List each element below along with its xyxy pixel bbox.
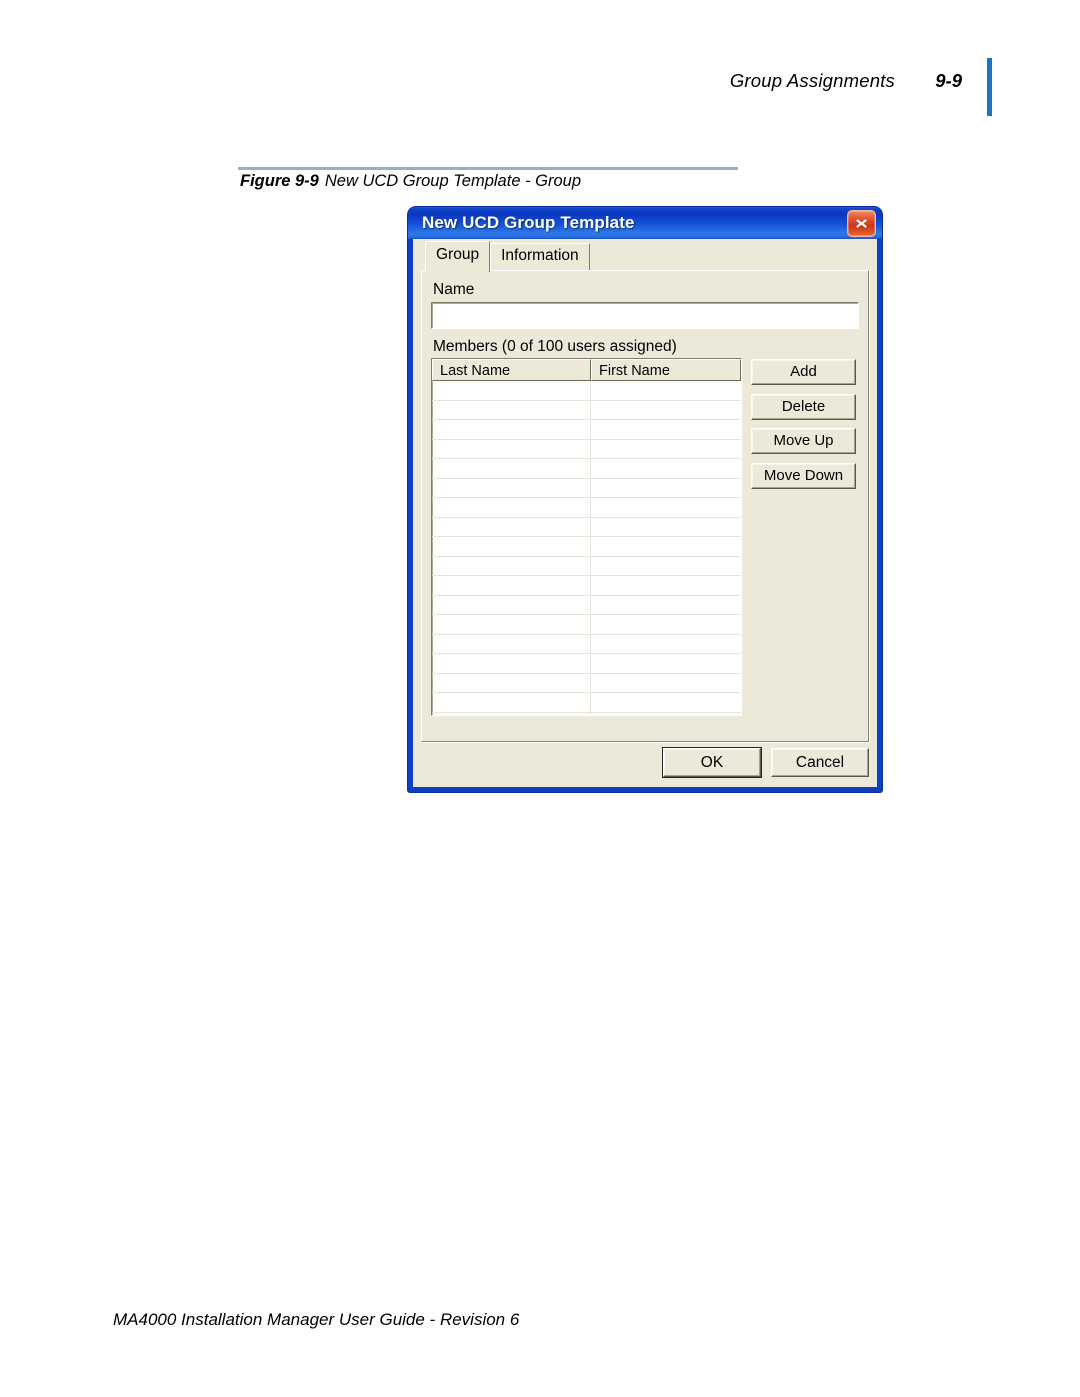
- tab-information[interactable]: Information: [490, 243, 590, 270]
- cell-last-name: [432, 634, 591, 653]
- cell-last-name: [432, 537, 591, 556]
- cell-first-name: [591, 459, 741, 478]
- cell-first-name: [591, 518, 741, 537]
- dialog-title: New UCD Group Template: [422, 213, 635, 232]
- cell-first-name: [591, 674, 741, 693]
- cell-first-name: [591, 440, 741, 459]
- figure-caption: Figure 9-9 New UCD Group Template - Group: [240, 172, 581, 191]
- cell-first-name: [591, 635, 741, 654]
- ok-button[interactable]: OK: [663, 747, 761, 777]
- dialog-body: Group Information Name Members (0 of 100…: [413, 239, 877, 787]
- cell-last-name: [432, 517, 591, 536]
- table-row[interactable]: [432, 673, 741, 693]
- cell-first-name: [591, 479, 741, 498]
- name-input[interactable]: [431, 302, 859, 329]
- members-listview-rows: [432, 381, 741, 716]
- members-label: Members (0 of 100 users assigned): [433, 338, 677, 355]
- cell-last-name: [432, 459, 591, 478]
- table-row[interactable]: [432, 439, 741, 459]
- cell-last-name: [432, 478, 591, 497]
- cell-first-name: [591, 420, 741, 439]
- table-row[interactable]: [432, 556, 741, 576]
- members-area: Last Name First Name Add Delete Move Up …: [431, 358, 859, 716]
- cell-first-name: [591, 596, 741, 615]
- cell-last-name: [432, 693, 591, 712]
- cell-first-name: [591, 537, 741, 556]
- move-down-button[interactable]: Move Down: [751, 462, 856, 489]
- cell-last-name: [432, 673, 591, 692]
- add-button[interactable]: Add: [751, 359, 856, 385]
- cell-last-name: [432, 576, 591, 595]
- close-icon[interactable]: [847, 210, 876, 237]
- table-row[interactable]: [432, 634, 741, 654]
- table-row[interactable]: [432, 400, 741, 420]
- tab-strip: Group Information: [421, 241, 869, 272]
- cell-first-name: [591, 713, 741, 716]
- table-row[interactable]: [432, 712, 741, 716]
- page-footer: MA4000 Installation Manager User Guide -…: [113, 1310, 520, 1329]
- figure-label: Figure 9-9: [240, 172, 319, 190]
- members-listview[interactable]: Last Name First Name: [431, 358, 742, 716]
- cell-last-name: [432, 420, 591, 439]
- column-header-last-name[interactable]: Last Name: [432, 359, 591, 381]
- table-row[interactable]: [432, 576, 741, 596]
- tab-information-label: Information: [501, 247, 579, 264]
- table-row[interactable]: [432, 693, 741, 713]
- dialog-footer-buttons: OK Cancel: [421, 745, 869, 779]
- delete-button[interactable]: Delete: [751, 393, 856, 420]
- cell-last-name: [432, 654, 591, 673]
- figure-caption-text: New UCD Group Template - Group: [324, 172, 582, 190]
- new-ucd-group-template-dialog: New UCD Group Template Group Information…: [408, 207, 882, 792]
- cell-last-name: [432, 498, 591, 517]
- cell-last-name: [432, 595, 591, 614]
- cell-last-name: [432, 439, 591, 458]
- figure-rule: [238, 167, 738, 170]
- table-row[interactable]: [432, 498, 741, 518]
- table-row[interactable]: [432, 381, 741, 401]
- tab-panel-group: Name Members (0 of 100 users assigned) L…: [421, 270, 869, 742]
- cell-first-name: [591, 615, 741, 634]
- dialog-title-bar: New UCD Group Template: [408, 207, 882, 239]
- table-row[interactable]: [432, 420, 741, 440]
- members-action-buttons: Add Delete Move Up Move Down: [751, 358, 856, 489]
- table-row[interactable]: [432, 478, 741, 498]
- column-header-first-name[interactable]: First Name: [591, 359, 741, 381]
- name-label: Name: [433, 281, 475, 298]
- cell-first-name: [591, 576, 741, 595]
- table-row[interactable]: [432, 517, 741, 537]
- cell-first-name: [591, 557, 741, 576]
- cell-last-name: [432, 556, 591, 575]
- column-header-first-name-label: First Name: [599, 362, 670, 379]
- cell-last-name: [432, 712, 591, 715]
- header-page-number: 9-9: [935, 70, 962, 91]
- header-accent-bar: [987, 58, 992, 116]
- cell-first-name: [591, 401, 741, 420]
- table-row[interactable]: [432, 459, 741, 479]
- cell-first-name: [591, 381, 741, 400]
- move-up-button[interactable]: Move Up: [751, 428, 856, 454]
- tab-group-label: Group: [436, 246, 480, 263]
- column-header-last-name-label: Last Name: [440, 362, 511, 379]
- cell-first-name: [591, 498, 741, 517]
- header-title: Group Assignments: [729, 70, 895, 91]
- cancel-button[interactable]: Cancel: [771, 747, 869, 777]
- table-row[interactable]: [432, 654, 741, 674]
- tab-group[interactable]: Group: [425, 241, 491, 272]
- cell-last-name: [432, 615, 591, 634]
- cell-first-name: [591, 654, 741, 673]
- members-listview-header: Last Name First Name: [432, 359, 741, 381]
- page-header: Group Assignments 9-9: [0, 58, 1080, 116]
- table-row[interactable]: [432, 595, 741, 615]
- cell-last-name: [432, 381, 591, 400]
- cell-first-name: [591, 693, 741, 712]
- table-row[interactable]: [432, 615, 741, 635]
- table-row[interactable]: [432, 537, 741, 557]
- cell-last-name: [432, 400, 591, 419]
